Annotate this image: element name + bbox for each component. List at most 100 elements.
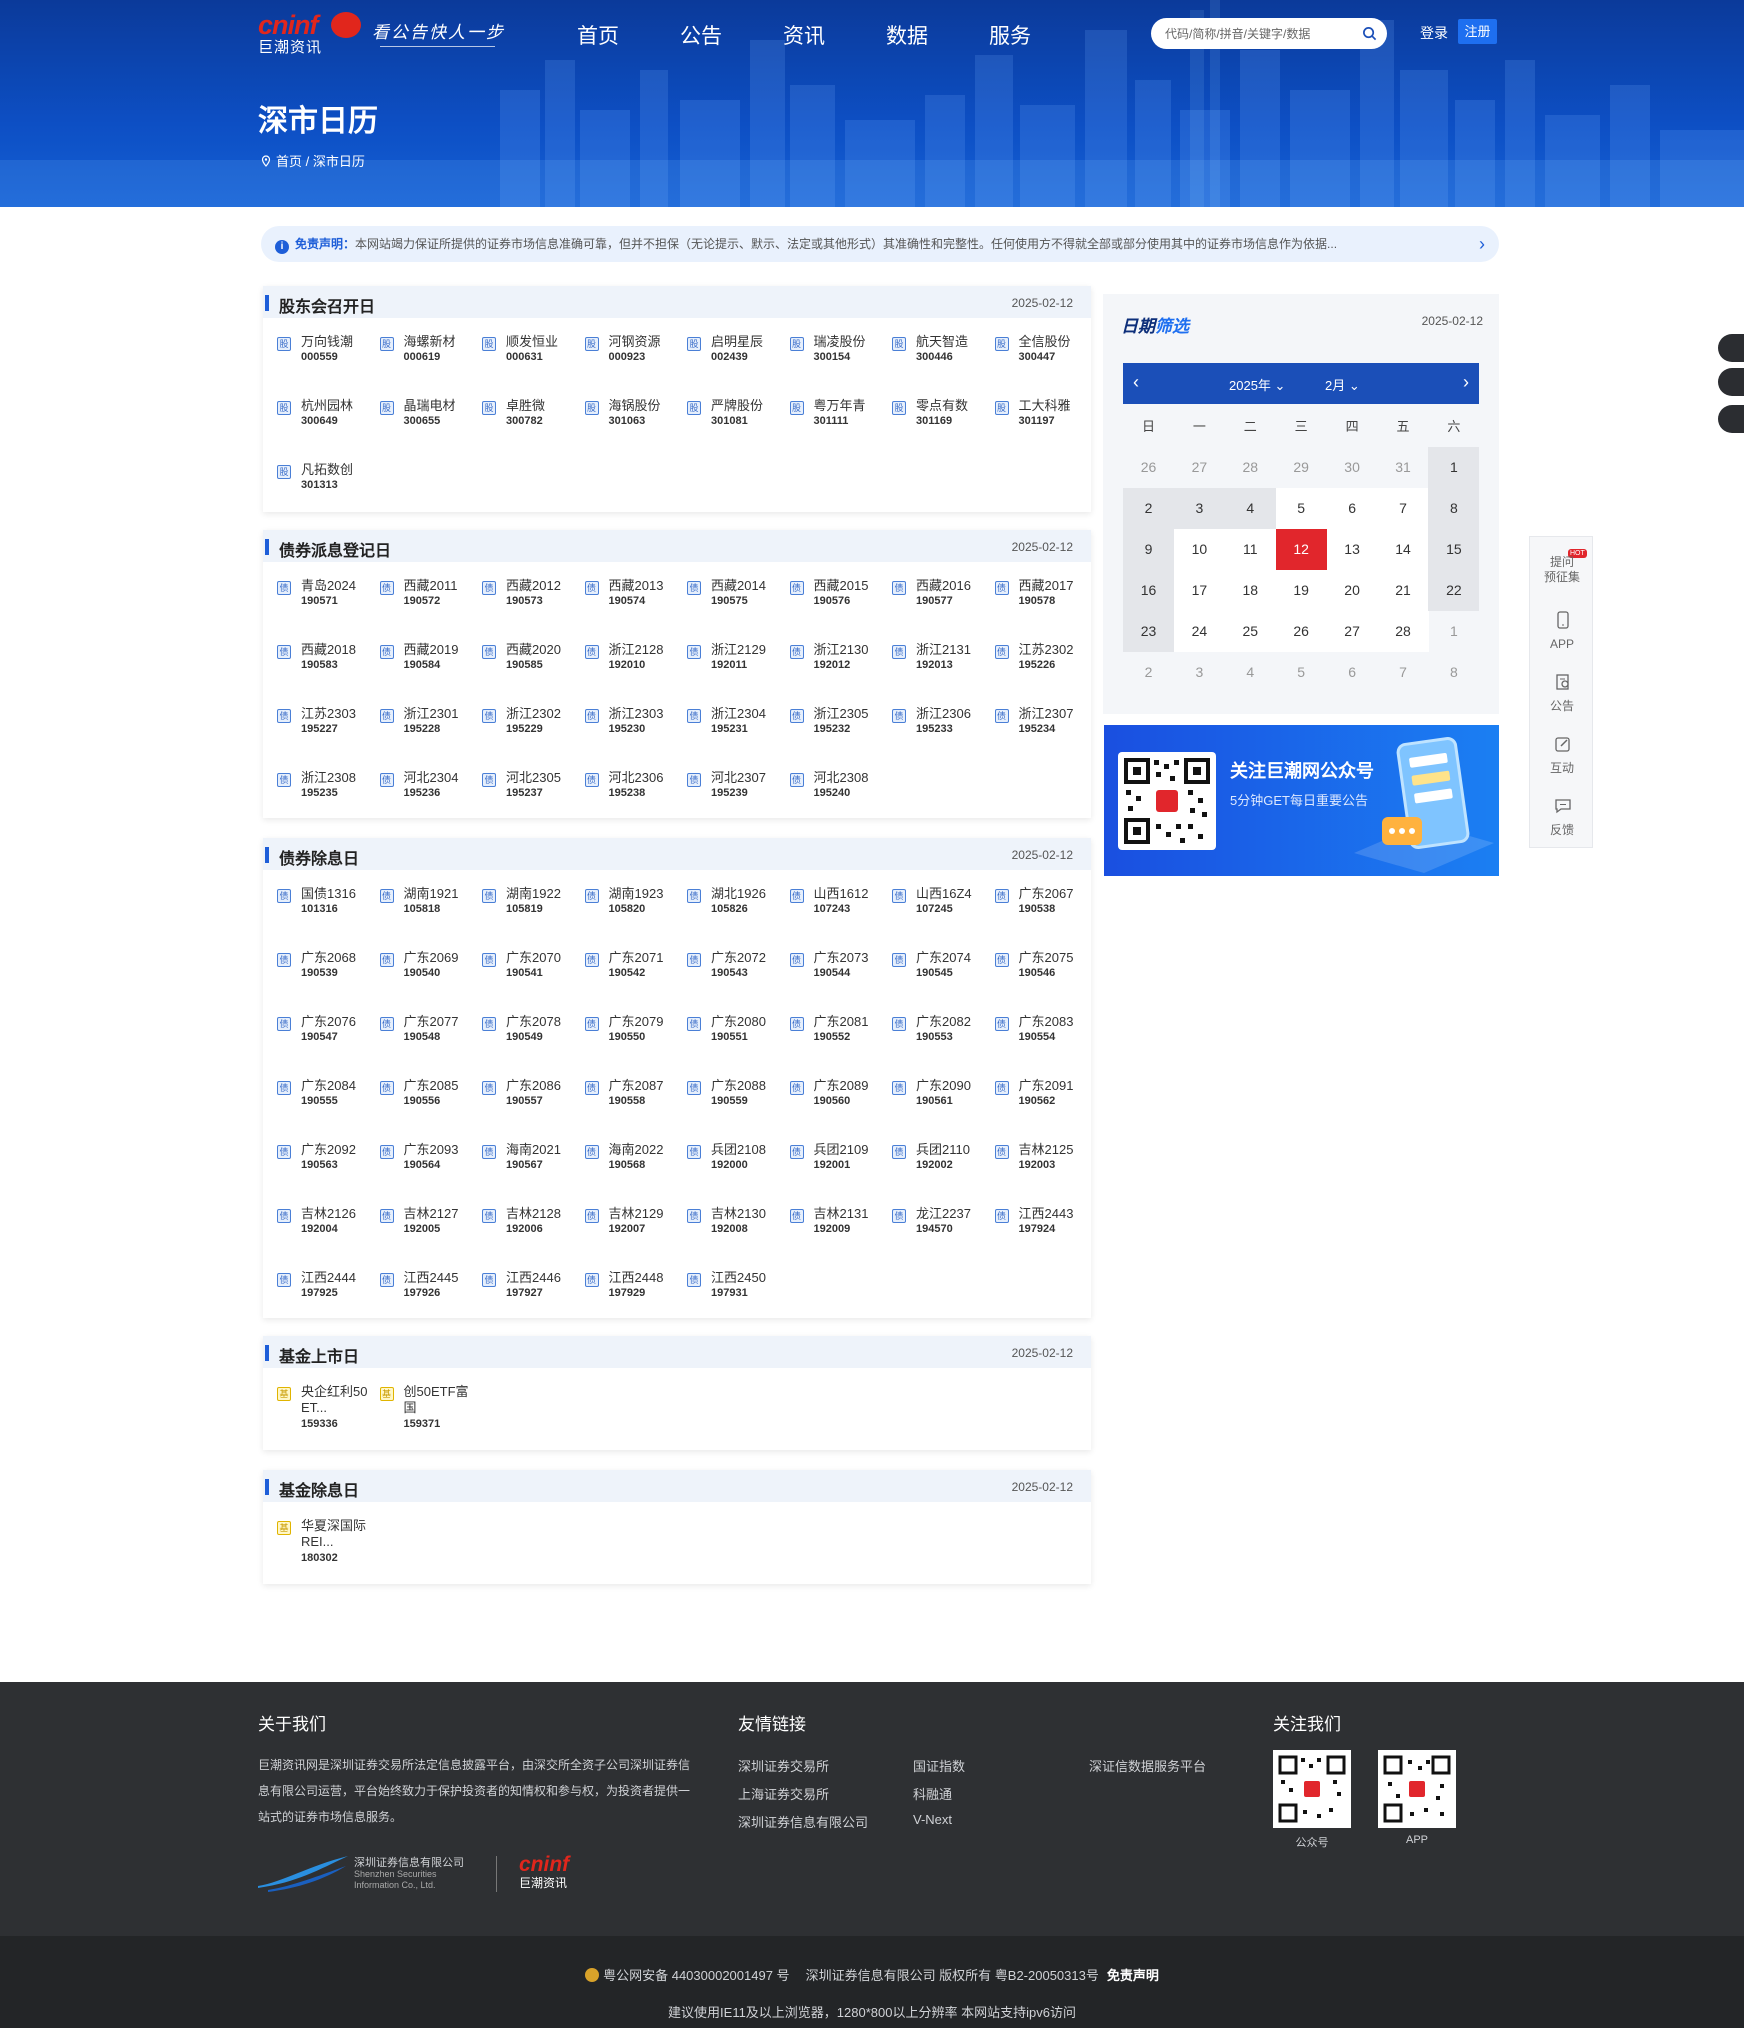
calendar-day[interactable]: 10: [1173, 529, 1225, 570]
calendar-day[interactable]: 16: [1123, 570, 1174, 611]
security-item[interactable]: 债西藏2019 190584: [379, 642, 480, 688]
calendar-day[interactable]: 27: [1326, 611, 1378, 652]
security-item[interactable]: 债广东2080 190551: [687, 1014, 787, 1060]
calendar-day-selected[interactable]: 12: [1275, 529, 1327, 570]
security-item[interactable]: 债广东2072 190543: [687, 950, 787, 996]
month-select[interactable]: 2月 ⌄: [1325, 375, 1360, 394]
tool-interaction[interactable]: 互动: [1530, 723, 1594, 785]
security-item[interactable]: 债海南2022 190568: [584, 1142, 685, 1188]
security-item[interactable]: 债西藏2013 190574: [584, 578, 685, 624]
security-item[interactable]: 债西藏2020 190585: [482, 642, 582, 688]
calendar-day[interactable]: 28: [1377, 611, 1429, 652]
calendar-day[interactable]: 9: [1123, 529, 1174, 570]
tool-app[interactable]: APP: [1530, 599, 1594, 661]
login-link[interactable]: 登录: [1420, 23, 1448, 43]
link-kerongtong[interactable]: 科融通: [913, 1784, 952, 1803]
security-item[interactable]: 债浙江2131 192013: [892, 642, 992, 688]
security-item[interactable]: 债西藏2018 190583: [277, 642, 377, 688]
security-item[interactable]: 债吉林2125 192003: [994, 1142, 1095, 1188]
security-item[interactable]: 债西藏2017 190578: [994, 578, 1095, 624]
nav-home[interactable]: 首页: [577, 20, 619, 50]
security-item[interactable]: 债湖南1922 105819: [482, 886, 582, 932]
security-item[interactable]: 基创50ETF富国 159371: [379, 1384, 480, 1430]
security-item[interactable]: 债河北2305 195237: [482, 770, 582, 816]
nav-services[interactable]: 服务: [989, 20, 1031, 50]
disclaimer-link[interactable]: 免责声明: [1107, 1968, 1159, 1983]
link-cnindex[interactable]: 国证指数: [913, 1756, 965, 1775]
security-item[interactable]: 债西藏2011 190572: [379, 578, 480, 624]
security-item[interactable]: 基华夏深国际REI... 180302: [277, 1518, 377, 1564]
nav-announcements[interactable]: 公告: [680, 20, 722, 50]
security-item[interactable]: 债浙江2301 195228: [379, 706, 480, 752]
security-item[interactable]: 债浙江2305 195232: [789, 706, 890, 752]
calendar-day[interactable]: 8: [1428, 488, 1480, 529]
security-item[interactable]: 股河钢资源 000923: [584, 334, 685, 380]
security-item[interactable]: 债广东2068 190539: [277, 950, 377, 996]
calendar-day[interactable]: 24: [1173, 611, 1225, 652]
security-item[interactable]: 债广东2073 190544: [789, 950, 890, 996]
security-item[interactable]: 债湖南1923 105820: [584, 886, 685, 932]
link-szse[interactable]: 深圳证券交易所: [738, 1756, 829, 1775]
security-item[interactable]: 债青岛2024 190571: [277, 578, 377, 624]
calendar-day[interactable]: 17: [1173, 570, 1225, 611]
calendar-day[interactable]: 13: [1326, 529, 1378, 570]
calendar-day[interactable]: 25: [1224, 611, 1276, 652]
calendar-day[interactable]: 1: [1428, 611, 1479, 652]
wechat-follow-banner[interactable]: 关注巨潮网公众号 5分钟GET每日重要公告: [1104, 725, 1499, 876]
security-item[interactable]: 债广东2077 190548: [379, 1014, 480, 1060]
calendar-day[interactable]: 31: [1378, 447, 1429, 488]
calendar-day[interactable]: 18: [1224, 570, 1276, 611]
security-item[interactable]: 债浙江2129 192011: [687, 642, 787, 688]
search-icon[interactable]: [1362, 26, 1377, 41]
security-item[interactable]: 债吉林2131 192009: [789, 1206, 890, 1252]
security-item[interactable]: 债广东2088 190559: [687, 1078, 787, 1124]
link-sse[interactable]: 上海证券交易所: [738, 1784, 829, 1803]
security-item[interactable]: 债广东2082 190553: [892, 1014, 992, 1060]
security-item[interactable]: 债江西2450 197931: [687, 1270, 787, 1316]
security-item[interactable]: 债广东2081 190552: [789, 1014, 890, 1060]
calendar-day[interactable]: 28: [1225, 447, 1276, 488]
security-item[interactable]: 债广东2089 190560: [789, 1078, 890, 1124]
security-item[interactable]: 债河北2304 195236: [379, 770, 480, 816]
security-item[interactable]: 债江西2444 197925: [277, 1270, 377, 1316]
link-vnext[interactable]: V-Next: [913, 1812, 952, 1827]
calendar-day[interactable]: 26: [1275, 611, 1327, 652]
security-item[interactable]: 股杭州园林 300649: [277, 398, 377, 444]
security-item[interactable]: 债吉林2130 192008: [687, 1206, 787, 1252]
security-item[interactable]: 债浙江2128 192010: [584, 642, 685, 688]
translate-icon[interactable]: [1718, 405, 1744, 433]
security-item[interactable]: 债广东2086 190557: [482, 1078, 582, 1124]
calendar-day[interactable]: 14: [1377, 529, 1429, 570]
calendar-day[interactable]: 3: [1174, 652, 1225, 693]
security-item[interactable]: 债广东2087 190558: [584, 1078, 685, 1124]
security-item[interactable]: 债广东2084 190555: [277, 1078, 377, 1124]
security-item[interactable]: 股卓胜微 300782: [482, 398, 582, 444]
security-item[interactable]: 债龙江2237 194570: [892, 1206, 992, 1252]
calendar-day[interactable]: 7: [1378, 652, 1429, 693]
security-item[interactable]: 债浙江2308 195235: [277, 770, 377, 816]
security-item[interactable]: 债浙江2130 192012: [789, 642, 890, 688]
security-item[interactable]: 股零点有数 301169: [892, 398, 992, 444]
security-item[interactable]: 股晶瑞电材 300655: [379, 398, 480, 444]
calendar-day[interactable]: 2: [1123, 652, 1174, 693]
calendar-day[interactable]: 4: [1225, 652, 1276, 693]
chevron-right-icon[interactable]: ›: [1463, 372, 1469, 393]
security-item[interactable]: 股启明星辰 002439: [687, 334, 787, 380]
security-item[interactable]: 债国债1316 101316: [277, 886, 377, 932]
calendar-day[interactable]: 7: [1377, 488, 1429, 529]
search-input[interactable]: [1165, 24, 1355, 43]
security-item[interactable]: 债广东2093 190564: [379, 1142, 480, 1188]
security-item[interactable]: 股严牌股份 301081: [687, 398, 787, 444]
calendar-day[interactable]: 19: [1275, 570, 1327, 611]
security-item[interactable]: 债广东2091 190562: [994, 1078, 1095, 1124]
security-item[interactable]: 债河北2307 195239: [687, 770, 787, 816]
security-item[interactable]: 债广东2074 190545: [892, 950, 992, 996]
tool-question-collection[interactable]: HOT 提问 预征集: [1530, 537, 1594, 599]
security-item[interactable]: 债浙江2304 195231: [687, 706, 787, 752]
breadcrumb-text[interactable]: 首页 / 深市日历: [276, 154, 365, 169]
security-item[interactable]: 债山西1612 107243: [789, 886, 890, 932]
icp-record[interactable]: 粤公网安备 44030002001497 号: [603, 1968, 789, 1983]
calendar-day[interactable]: 6: [1326, 488, 1378, 529]
calendar-day[interactable]: 20: [1326, 570, 1378, 611]
sparkle-icon[interactable]: [1718, 368, 1744, 396]
